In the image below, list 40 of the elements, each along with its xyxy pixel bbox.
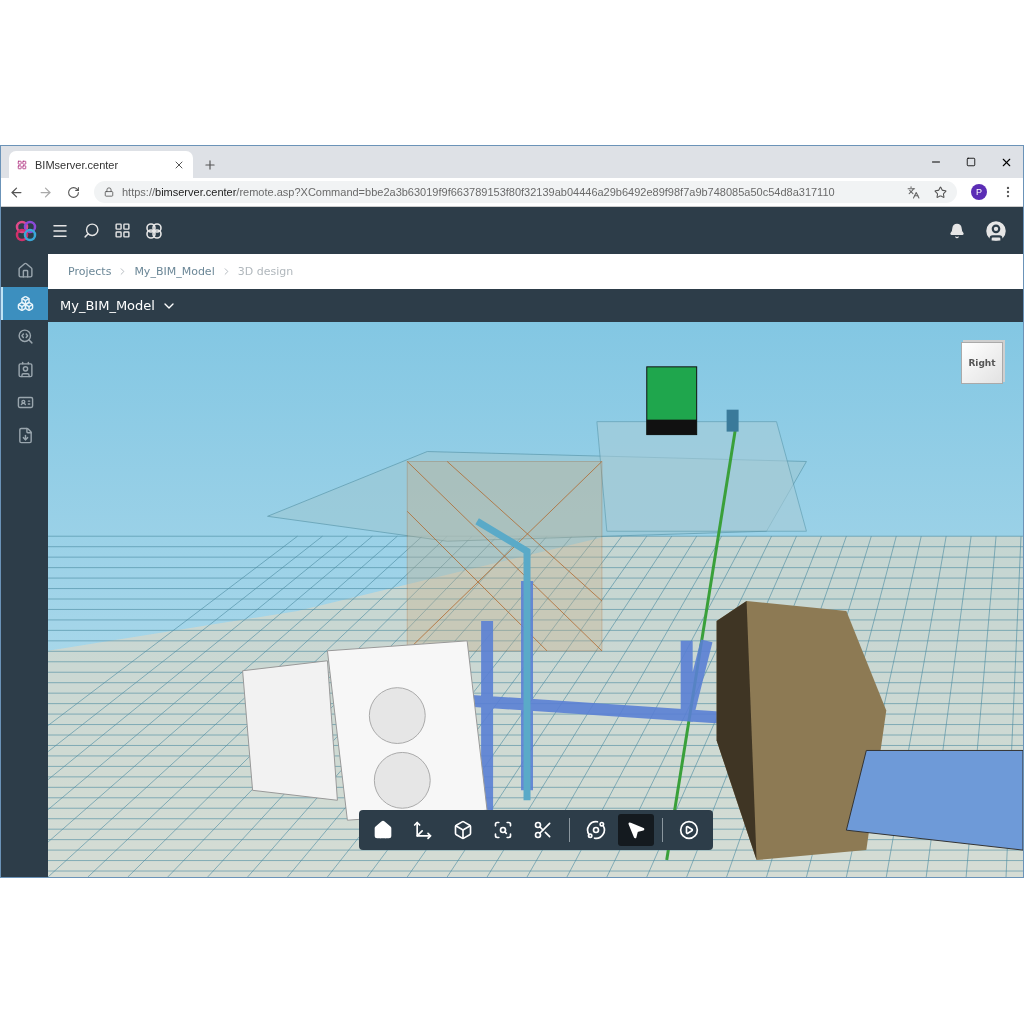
maximize-icon[interactable] <box>966 157 976 167</box>
zoom-window-icon <box>493 820 513 840</box>
model-selector[interactable]: My_BIM_Model <box>60 297 177 314</box>
magnifier-icon <box>17 328 34 345</box>
logo-icon[interactable] <box>15 219 37 242</box>
new-tab-icon[interactable] <box>203 158 217 172</box>
scissors-icon <box>533 820 553 840</box>
browser-tab[interactable]: BIMserver.center <box>9 151 193 178</box>
profile-avatar[interactable]: P <box>971 184 987 200</box>
site-icon <box>17 159 27 170</box>
breadcrumb-link[interactable]: Projects <box>68 265 112 278</box>
download-icon <box>17 427 34 444</box>
select-tool-button[interactable] <box>618 814 654 846</box>
bookmark-star-icon[interactable] <box>934 185 947 199</box>
id-card-icon <box>17 394 34 411</box>
search-icon[interactable] <box>83 222 100 239</box>
view-cube[interactable]: Right <box>961 342 1003 384</box>
home-icon <box>17 262 34 279</box>
cloverleaf-icon[interactable] <box>145 221 163 240</box>
back-icon[interactable] <box>9 184 24 200</box>
tab-title: BIMserver.center <box>35 158 120 171</box>
breadcrumb-link[interactable]: My_BIM_Model <box>134 265 215 278</box>
cubes-icon <box>17 295 34 312</box>
axes-icon <box>413 820 433 840</box>
apps-grid-icon[interactable] <box>114 222 131 239</box>
notification-bell-icon[interactable] <box>949 222 965 239</box>
reload-icon[interactable] <box>67 185 80 199</box>
translate-icon[interactable] <box>907 185 920 199</box>
play-icon <box>679 820 699 840</box>
sidebar-item[interactable] <box>1 287 48 320</box>
3d-viewport[interactable]: Right <box>48 322 1023 877</box>
contact-card-icon <box>17 361 34 378</box>
orbit-icon <box>586 820 606 840</box>
pointer-icon <box>626 820 646 840</box>
home-icon <box>373 820 393 840</box>
cube-icon <box>453 820 473 840</box>
address-field[interactable]: https://bimserver.center/remote.asp?XCommand=bbe2a3b63019f9f663789153f80f32139ab04446a29b6492e89f98f7a9b748085a50c54d8a317110 <box>94 181 957 203</box>
url-text: https://bimserver.center/remote.asp?XCommand=bbe2a3b63019f9f663789153f80f32139ab04446a29b6492e89f98f7a9b748085a50c54d8a317110 <box>122 186 835 198</box>
lock-icon <box>104 187 114 197</box>
current-page-label: 3D design <box>237 265 294 278</box>
